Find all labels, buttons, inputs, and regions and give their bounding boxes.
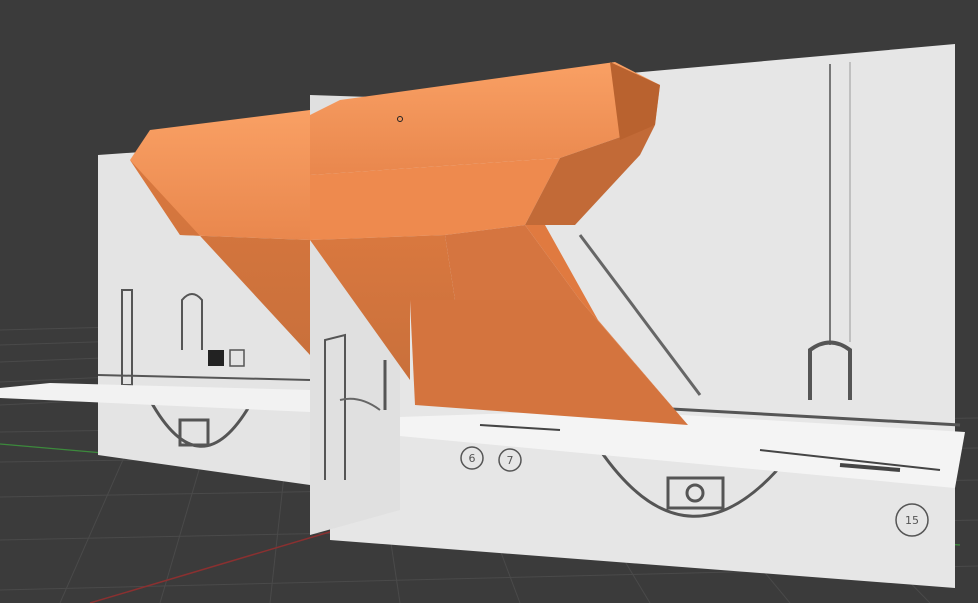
svg-text:7: 7 [507, 454, 514, 467]
x-axis-line [89, 519, 371, 603]
svg-text:15: 15 [905, 514, 919, 527]
viewport-canvas[interactable]: 15 6 7 [0, 0, 978, 603]
3d-viewport[interactable]: 15 6 7 [0, 0, 978, 603]
svg-text:6: 6 [469, 452, 476, 465]
